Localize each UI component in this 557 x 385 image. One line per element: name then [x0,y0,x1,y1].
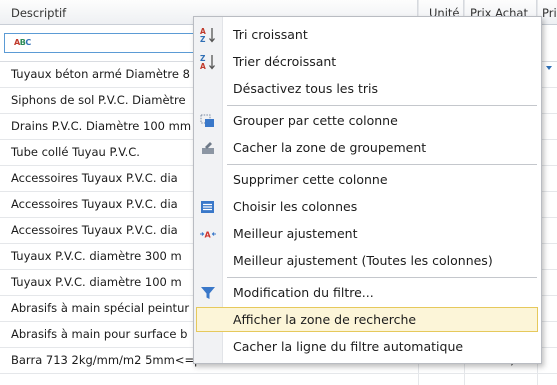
text-filter-icon: ABC [14,38,31,47]
group-panel-icon [202,142,214,154]
menu-item-remove-column[interactable]: Supprimer cette colonne [194,167,541,192]
menu-separator [227,105,537,106]
cell-descriptif: Tuyaux P.V.C. diamètre 100 m [11,275,182,289]
column-context-menu: A Z Tri croissant Z A Trier décroissant … [193,16,542,364]
menu-item-label: Cacher la ligne du filtre automatique [233,339,464,354]
menu-item-label: Afficher la zone de recherche [233,312,417,327]
menu-item-best-fit[interactable]: A Meilleur ajustement [194,221,541,246]
menu-item-label: Cacher la zone de groupement [233,140,427,155]
menu-item-filter-editor[interactable]: Modification du filtre... [194,280,541,305]
column-chooser-icon [201,201,214,213]
menu-item-sort-ascending[interactable]: A Z Tri croissant [194,22,541,47]
menu-item-label: Modification du filtre... [233,285,374,300]
menu-item-label: Choisir les colonnes [233,199,358,214]
cell-descriptif: Abrasifs à main spécial peintur [11,301,190,315]
filter-cell-descriptif[interactable]: ABC [4,33,196,53]
menu-item-sort-descending[interactable]: Z A Trier décroissant [194,49,541,74]
menu-item-label: Tri croissant [233,27,308,42]
cell-descriptif: Tube collé Tuyau P.V.C. [11,145,140,159]
cell-descriptif: Accessoires Tuyaux P.V.C. dia [11,171,178,185]
menu-item-label: Trier décroissant [233,54,337,69]
menu-item-label: Grouper par cette colonne [233,113,398,128]
cell-descriptif: Tuyaux béton armé Diamètre 8 [11,67,190,81]
filter-icon [201,287,215,299]
menu-item-clear-sorting[interactable]: Désactivez tous les tris [194,76,541,101]
menu-item-best-fit-all-columns[interactable]: Meilleur ajustement (Toutes les colonnes… [194,248,541,273]
menu-item-label: Désactivez tous les tris [233,81,378,96]
cell-descriptif: Drains P.V.C. Diamètre 100 mm [11,119,192,133]
menu-item-hide-group-panel[interactable]: Cacher la zone de groupement [194,135,541,160]
svg-text:Z: Z [200,35,206,44]
menu-item-column-chooser[interactable]: Choisir les colonnes [194,194,541,219]
menu-item-label: Meilleur ajustement (Toutes les colonnes… [233,253,493,268]
svg-text:A: A [205,231,212,240]
best-fit-icon: A [200,231,216,240]
menu-separator [227,277,537,278]
menu-item-show-find-panel[interactable]: Afficher la zone de recherche [196,307,538,332]
menu-item-hide-auto-filter-row[interactable]: Cacher la ligne du filtre automatique [194,334,541,359]
menu-item-label: Supprimer cette colonne [233,172,388,187]
svg-text:A: A [200,62,206,71]
cell-descriptif: Abrasifs à main pour surface b [11,327,188,341]
cell-descriptif: Tuyaux P.V.C. diamètre 300 m [11,249,182,263]
menu-separator [227,164,537,165]
sort-descending-icon: Z A [200,54,215,71]
cell-descriptif: Accessoires Tuyaux P.V.C. dia [11,197,178,211]
menu-item-group-by-column[interactable]: Grouper par cette colonne [194,108,541,133]
cell-descriptif: Accessoires Tuyaux P.V.C. dia [11,223,178,237]
cell-descriptif: Siphons de sol P.V.C. Diamètre [11,93,186,107]
menu-item-label: Meilleur ajustement [233,226,358,241]
group-by-column-icon [200,114,214,127]
sort-ascending-icon: A Z [200,27,215,44]
